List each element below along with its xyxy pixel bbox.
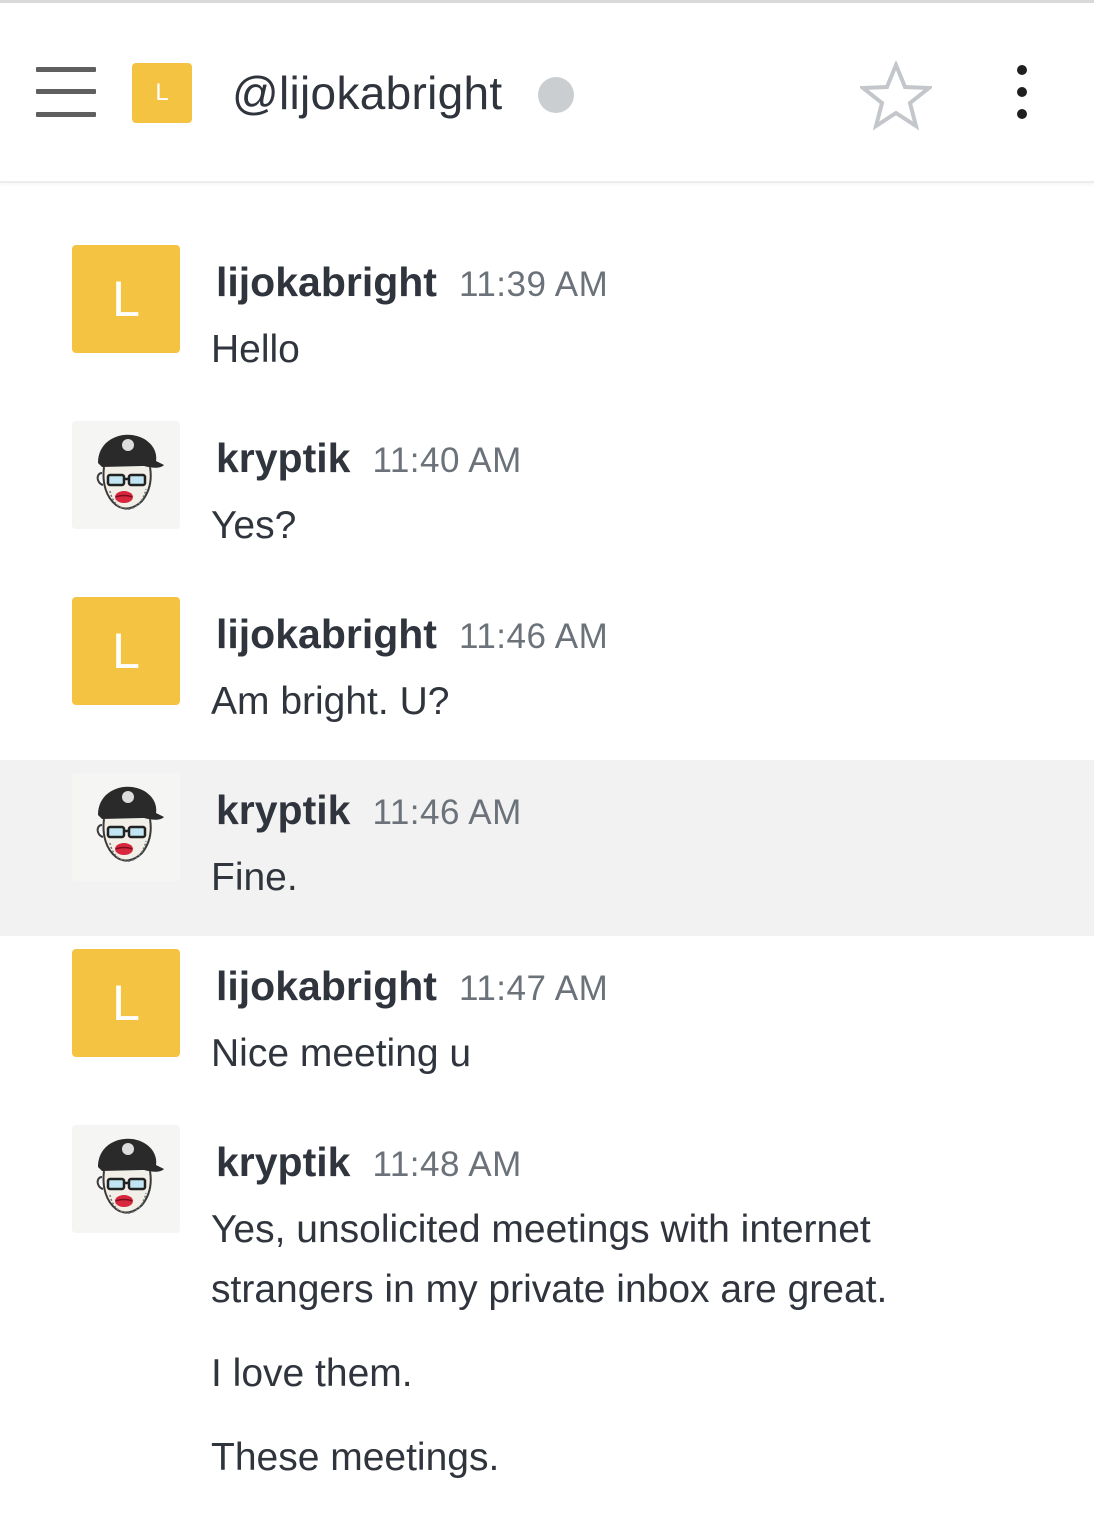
message-text: Nice meeting u [211,1032,472,1075]
message-header: lijokabright 11:47 AM [216,948,1094,1024]
message-username[interactable]: lijokabright [216,611,437,657]
hamburger-menu-icon [36,67,96,72]
message-text: Yes, unsolicited meetings with internet … [211,1208,888,1311]
avatar[interactable]: L [72,245,180,353]
favorite-button[interactable] [857,59,935,131]
star-outline-icon [857,59,935,131]
message-username[interactable]: kryptik [216,787,350,833]
room-title[interactable]: @lijokabright [232,63,503,123]
message-header: kryptik 11:46 AM [216,772,1094,848]
avatar[interactable] [72,773,180,881]
message-username[interactable]: kryptik [216,1139,350,1185]
menu-button[interactable] [36,67,96,117]
message-text: I love them. [211,1352,413,1395]
message-header: kryptik 11:40 AM [216,420,1094,496]
room-header: L @lijokabright [0,3,1094,183]
message-timestamp: 11:46 AM [372,793,522,832]
avatar[interactable] [72,421,180,529]
message-item[interactable]: kryptik 11:46 AM Fine. [0,760,1094,936]
message-timestamp: 11:46 AM [458,617,609,656]
message-header: kryptik 11:48 AM [216,1124,1094,1200]
message-timestamp: 11:47 AM [458,969,609,1008]
message-text: These meetings. [211,1436,500,1479]
message-text: Fine. [211,856,298,899]
message-body: Hello [211,320,991,404]
message-text: Am bright. U? [211,680,450,723]
message-body: Am bright. U? [211,672,991,756]
user-photo-avatar [72,773,180,881]
message-item[interactable]: Llijokabright 11:39 AM Hello [0,232,1094,408]
message-username[interactable]: lijokabright [216,259,437,305]
message-header: lijokabright 11:46 AM [216,596,1094,672]
room-avatar[interactable]: L [132,63,192,123]
message-timestamp: 11:40 AM [372,441,522,480]
offline-status-icon [538,77,574,113]
message-list: Llijokabright 11:39 AM Hello kryptik 11:40 … [0,232,1094,1516]
message-text: Yes? [211,504,297,547]
message-item[interactable]: Llijokabright 11:46 AM Am bright. U? [0,584,1094,760]
message-body: Yes? [211,496,991,580]
more-options-button[interactable] [1004,63,1040,127]
user-photo-avatar [72,421,180,529]
avatar[interactable]: L [72,949,180,1057]
avatar[interactable]: L [72,597,180,705]
user-photo-avatar [72,1125,180,1233]
message-timestamp: 11:39 AM [458,265,609,304]
message-body: Fine. [211,848,991,932]
message-item[interactable]: kryptik 11:48 AM Yes, unsolicited meetings… [0,1112,1094,1516]
kebab-menu-icon [1017,65,1027,75]
message-body: Yes, unsolicited meetings with internet … [211,1200,991,1512]
message-header: lijokabright 11:39 AM [216,244,1094,320]
avatar[interactable] [72,1125,180,1233]
message-username[interactable]: lijokabright [216,963,437,1009]
message-item[interactable]: kryptik 11:40 AM Yes? [0,408,1094,584]
message-username[interactable]: kryptik [216,435,350,481]
message-text: Hello [211,328,300,371]
message-item[interactable]: Llijokabright 11:47 AM Nice meeting u [0,936,1094,1112]
message-body: Nice meeting u [211,1024,991,1108]
message-timestamp: 11:48 AM [372,1145,522,1184]
